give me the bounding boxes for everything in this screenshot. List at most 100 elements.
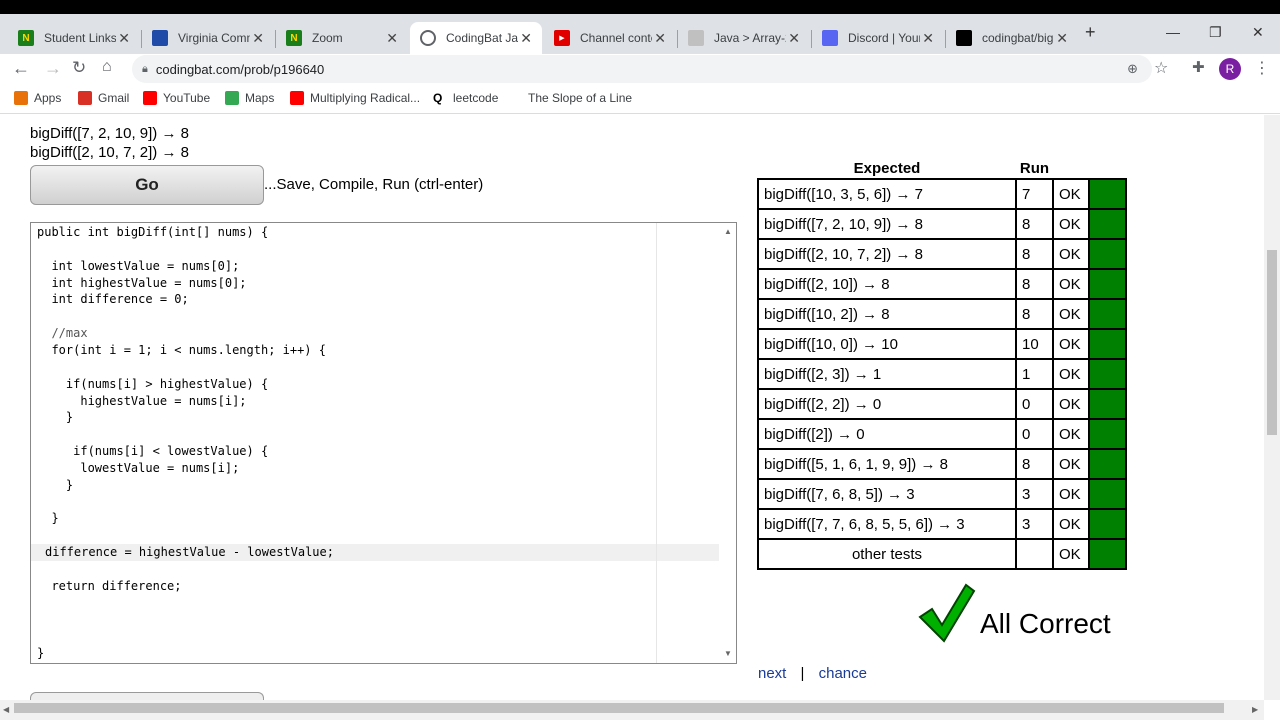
extensions-icon[interactable]: ✚ [1192,58,1205,76]
youtube-icon [143,91,157,105]
run-cell: 0 [1015,418,1054,450]
status-cell: OK [1052,448,1090,480]
run-cell: 7 [1015,178,1054,210]
browser-tab[interactable]: codingbat/big ✕ [946,22,1078,54]
code-line: for(int i = 1; i < nums.length; i++) { [37,342,326,357]
example-line: bigDiff([2, 10, 7, 2]) → 8 [30,144,189,161]
browser-tab[interactable]: N Zoom ✕ [276,22,408,54]
bookmark-item[interactable]: YouTube [143,91,210,105]
star-icon[interactable]: ☆ [1154,58,1168,78]
close-window-icon[interactable]: ✕ [1252,24,1264,41]
example-line: bigDiff([7, 2, 10, 9]) → 8 [30,125,189,142]
bookmark-item[interactable]: Apps [14,91,61,105]
result-row: bigDiff([7, 6, 8, 5]) → 3 3 OK [757,478,1127,510]
close-tab-icon[interactable]: ✕ [520,30,532,47]
tab-title: Java > Array-2 [714,31,786,45]
run-header: Run [1019,160,1050,177]
result-row: bigDiff([7, 2, 10, 9]) → 8 8 OK [757,208,1127,240]
run-cell: 3 [1015,478,1054,510]
close-tab-icon[interactable]: ✕ [118,30,130,47]
bookmark-item[interactable]: The Slope of a Line [508,91,632,105]
expected-cell: bigDiff([10, 0]) → 10 [757,328,1017,360]
code-line: return difference; [37,578,182,593]
vccs-icon [152,30,168,46]
close-tab-icon[interactable]: ✕ [654,30,666,47]
pass-indicator [1088,178,1127,210]
expected-cell: bigDiff([7, 6, 8, 5]) → 3 [757,478,1017,510]
code-line: } [37,646,45,661]
browser-tab[interactable]: ▶ Channel conte ✕ [544,22,676,54]
avatar[interactable]: R [1219,58,1241,80]
pass-indicator [1088,208,1127,240]
run-cell: 8 [1015,448,1054,480]
code-line: int lowestValue = nums[0]; [37,258,240,273]
code-editor[interactable]: public int bigDiff(int[] nums) { int low… [30,222,737,664]
menu-icon[interactable]: ⋮ [1254,58,1270,78]
pass-indicator [1088,418,1127,450]
link-separator: | [800,665,805,682]
tab-title: CodingBat Jav [446,31,518,45]
expected-cell: bigDiff([10, 2]) → 8 [757,298,1017,330]
tab-title: Discord | Your [848,31,920,45]
result-row: bigDiff([2, 3]) → 1 1 OK [757,358,1127,390]
back-icon[interactable]: ← [12,58,30,79]
close-tab-icon[interactable]: ✕ [1056,30,1068,47]
run-cell: 8 [1015,298,1054,330]
pass-indicator [1088,538,1127,570]
run-cell: 8 [1015,238,1054,270]
problem-nav-links: next | chance [758,665,867,682]
next-link[interactable]: next [758,665,786,682]
result-row: bigDiff([2, 10, 7, 2]) → 8 8 OK [757,238,1127,270]
partial-button [30,692,264,700]
browser-tab[interactable]: Virginia Comm ✕ [142,22,274,54]
pass-indicator [1088,238,1127,270]
close-tab-icon[interactable]: ✕ [386,30,398,47]
youtube-icon: ▶ [554,30,570,46]
browser-toolbar: ← → ↻ ⌂ 🔒︎ codingbat.com/prob/p196640 ⊕ … [0,54,1280,84]
code-line: int highestValue = nums[0]; [37,275,247,290]
close-tab-icon[interactable]: ✕ [922,30,934,47]
code-line: lowestValue = nums[i]; [37,460,240,475]
browser-tab[interactable]: Java > Array-2 ✕ [678,22,810,54]
new-tab-button[interactable]: + [1085,22,1096,43]
gmail-icon [78,91,92,105]
tab-title: Channel conte [580,31,652,45]
pass-indicator [1088,358,1127,390]
bookmark-item[interactable]: Multiplying Radical... [290,91,420,105]
status-cell: OK [1052,268,1090,300]
page-horizontal-scrollbar[interactable]: ◀ ▶ [0,700,1264,720]
restore-icon[interactable]: ❐ [1209,24,1222,41]
browser-tab[interactable]: CodingBat Jav ✕ [410,22,542,54]
close-tab-icon[interactable]: ✕ [788,30,800,47]
chance-link[interactable]: chance [819,665,867,682]
code-line: difference = highestValue - lowestValue; [45,545,334,560]
expected-cell: bigDiff([7, 7, 6, 8, 5, 5, 6]) → 3 [757,508,1017,540]
bookmark-item[interactable]: Gmail [78,91,129,105]
run-cell: 8 [1015,268,1054,300]
close-tab-icon[interactable]: ✕ [252,30,264,47]
tab-title: Student Links [44,31,116,45]
expected-cell: bigDiff([2]) → 0 [757,418,1017,450]
page-vertical-scrollbar[interactable] [1264,115,1280,700]
pass-indicator [1088,388,1127,420]
bookmark-item[interactable]: Qleetcode [433,91,498,105]
go-hint: ...Save, Compile, Run (ctrl-enter) [264,176,484,193]
home-icon[interactable]: ⌂ [102,58,112,76]
editor-scrollbar[interactable]: ▲ ▼ [719,223,736,663]
bookmark-label: YouTube [163,91,211,105]
url-text: codingbat.com/prob/p196640 [155,61,325,77]
go-button[interactable]: Go [30,165,264,205]
forward-icon[interactable]: → [44,58,62,79]
run-cell: 8 [1015,208,1054,240]
result-row: bigDiff([2, 2]) → 0 0 OK [757,388,1127,420]
reload-icon[interactable]: ↻ [72,58,86,78]
bookmark-item[interactable]: Maps [225,91,274,105]
zoom-icon[interactable]: ⊕ [1127,61,1138,77]
minimize-icon[interactable]: — [1166,24,1180,40]
discord-icon [822,30,838,46]
browser-tab[interactable]: N Student Links ✕ [8,22,140,54]
address-bar[interactable]: 🔒︎ codingbat.com/prob/p196640 ⊕ [132,55,1152,83]
java-icon [688,30,704,46]
code-line: if(nums[i] > highestValue) { [37,376,269,391]
browser-tab[interactable]: Discord | Your ✕ [812,22,944,54]
